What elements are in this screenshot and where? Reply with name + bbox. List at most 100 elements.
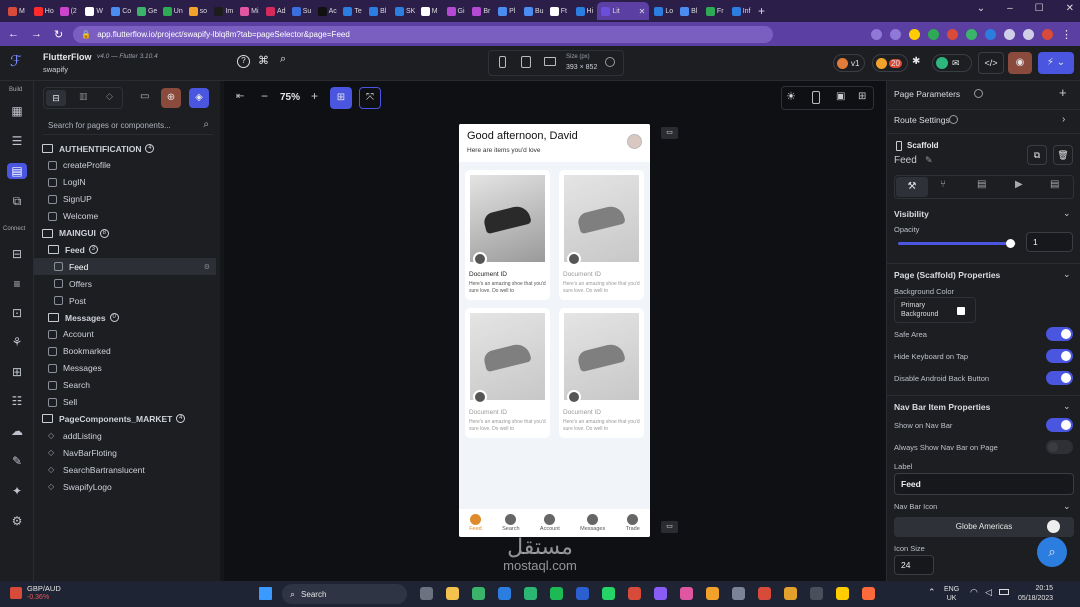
- tree-component[interactable]: ◇ addListing: [34, 427, 216, 444]
- phone-frame-icon[interactable]: [812, 91, 820, 104]
- close-tab-icon[interactable]: ✕: [639, 7, 646, 16]
- backend-query-tab-icon[interactable]: ⑂: [940, 179, 946, 190]
- tab[interactable]: Bu: [520, 2, 545, 20]
- properties-tab-icon[interactable]: ⚒: [896, 177, 928, 197]
- info-icon[interactable]: [605, 57, 615, 67]
- tree-component[interactable]: ◇ SwapifyLogo: [34, 478, 216, 495]
- layout-icon[interactable]: ▣: [836, 91, 845, 102]
- stock-widget[interactable]: GBP/AUD -0.36%: [10, 584, 61, 602]
- chevron-down-icon[interactable]: ⌄: [1063, 401, 1071, 412]
- language-indicator[interactable]: ENG UK: [944, 585, 959, 603]
- phone-top-handle-icon[interactable]: ▭: [661, 127, 678, 139]
- copy-button[interactable]: ⧉: [1027, 145, 1047, 165]
- icon-size-field[interactable]: 24: [894, 555, 934, 575]
- nav-item[interactable]: Feed: [469, 514, 482, 532]
- run-button[interactable]: ⚡ ⌄: [1038, 52, 1074, 74]
- collab-button[interactable]: ✉: [932, 54, 972, 72]
- tree-page[interactable]: Bookmarked: [34, 343, 216, 360]
- battery-icon[interactable]: [999, 589, 1009, 595]
- chevron-down-icon[interactable]: ⌄: [1063, 269, 1071, 280]
- database-tab-icon[interactable]: ▤: [977, 179, 986, 190]
- clock[interactable]: 20:15 05/18/2023: [1018, 584, 1053, 604]
- code-view-button[interactable]: </>: [978, 52, 1004, 74]
- edit-icon[interactable]: ✎: [925, 155, 933, 166]
- chevron-down-icon[interactable]: ⌄: [1063, 501, 1071, 512]
- settings-icon[interactable]: [732, 587, 745, 600]
- forward-icon[interactable]: →: [31, 28, 42, 41]
- new-folder-icon[interactable]: ▭: [140, 91, 149, 102]
- nav-item[interactable]: Account: [540, 514, 560, 532]
- tree-page[interactable]: Account: [34, 326, 216, 343]
- media-icon[interactable]: ⊞: [9, 364, 25, 380]
- add-component-icon[interactable]: ◈: [189, 88, 209, 108]
- tray-chevron-icon[interactable]: ⌃: [928, 587, 936, 598]
- tab[interactable]: SK: [391, 2, 416, 20]
- tree-component[interactable]: ◇ SearchBartranslucent: [34, 461, 216, 478]
- start-icon[interactable]: [259, 587, 272, 600]
- collapse-panel-icon[interactable]: ⇤: [236, 91, 244, 102]
- tab[interactable]: M: [4, 2, 29, 20]
- desktop-device-icon[interactable]: [544, 57, 556, 66]
- tab[interactable]: Mi: [236, 2, 261, 20]
- tab[interactable]: Fr: [702, 2, 727, 20]
- tab[interactable]: Hi: [572, 2, 597, 20]
- extension-icon[interactable]: [985, 28, 996, 40]
- command-icon[interactable]: ⌘: [258, 54, 269, 67]
- tab[interactable]: Co: [107, 2, 132, 20]
- components-mode-icon[interactable]: ◇: [106, 91, 113, 102]
- plugins-icon[interactable]: ✦: [9, 483, 25, 499]
- doc-tab-icon[interactable]: ▤: [1050, 179, 1059, 190]
- product-card[interactable]: Document ID Here's an amazing shoe that y…: [559, 170, 644, 300]
- show-on-nav-toggle[interactable]: [1046, 418, 1073, 432]
- tree-folder[interactable]: Feed 3: [34, 241, 216, 258]
- tab[interactable]: (2: [56, 2, 81, 20]
- chevron-down-icon[interactable]: ⌄: [1063, 208, 1071, 219]
- product-card[interactable]: Document ID Here's an amazing shoe that y…: [465, 308, 550, 438]
- opacity-slider[interactable]: [898, 239, 1016, 248]
- always-show-toggle[interactable]: [1046, 440, 1073, 454]
- tree-folder[interactable]: AUTHENTIFICATION 4: [34, 140, 216, 157]
- share-icon[interactable]: [871, 28, 882, 40]
- phone-device-icon[interactable]: [499, 56, 506, 68]
- tablet-device-icon[interactable]: [521, 56, 531, 68]
- puzzle-icon[interactable]: [1004, 28, 1015, 40]
- integrations-icon[interactable]: ⚘: [9, 334, 25, 350]
- tree-page[interactable]: Offers: [34, 275, 216, 292]
- tree-page[interactable]: LogIN: [34, 174, 216, 191]
- nav-item[interactable]: Search: [502, 514, 520, 532]
- widget-tree-icon[interactable]: ▦: [9, 103, 25, 119]
- actions-icon[interactable]: ⊡: [9, 305, 25, 321]
- extension-icon[interactable]: [909, 28, 920, 40]
- avatar[interactable]: [627, 134, 642, 149]
- label-field[interactable]: Feed: [894, 473, 1074, 495]
- images-mode-icon[interactable]: ▥: [79, 91, 88, 102]
- credits-button[interactable]: 20: [872, 54, 908, 72]
- opacity-slider-thumb[interactable]: [1006, 239, 1016, 248]
- profile-icon[interactable]: [1042, 28, 1053, 40]
- cloud-icon[interactable]: ☁: [9, 423, 25, 439]
- tree-folder[interactable]: Messages 0: [34, 309, 216, 326]
- tab[interactable]: Ad: [262, 2, 287, 20]
- tab[interactable]: Bl: [365, 2, 390, 20]
- tree-page[interactable]: SignUP: [34, 191, 216, 208]
- zoom-out-button[interactable]: −: [261, 89, 268, 103]
- extension-icon[interactable]: [966, 28, 977, 40]
- chat-support-icon[interactable]: ⌕: [1037, 537, 1067, 567]
- menu-icon[interactable]: ⋮: [1061, 28, 1072, 41]
- tab[interactable]: Lo: [650, 2, 675, 20]
- back-icon[interactable]: ←: [8, 28, 19, 41]
- color-swatch[interactable]: Primary Background: [894, 297, 976, 323]
- app-icon[interactable]: [862, 587, 875, 600]
- tree-component[interactable]: ◇ NavBarFloting: [34, 444, 216, 461]
- gear-icon[interactable]: ⚙: [9, 513, 25, 529]
- api-icon[interactable]: ≡: [9, 276, 25, 292]
- tab[interactable]: Im: [210, 2, 235, 20]
- tab-active[interactable]: Lit ✕: [597, 2, 650, 20]
- tree-page[interactable]: Search: [34, 377, 216, 394]
- edge-icon[interactable]: [498, 587, 511, 600]
- new-tab-button[interactable]: +: [754, 4, 770, 18]
- tab[interactable]: Gi: [443, 2, 468, 20]
- search-input[interactable]: Search for pages or components... ⌕: [43, 117, 213, 135]
- tree-page[interactable]: createProfile: [34, 157, 216, 174]
- tab[interactable]: Un: [159, 2, 184, 20]
